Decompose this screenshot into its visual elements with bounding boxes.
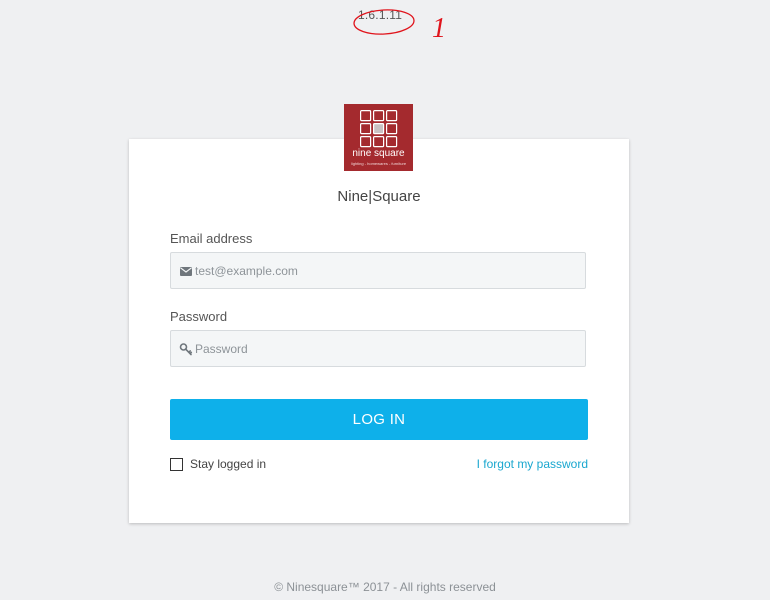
brand-name-left: Nine [337, 188, 369, 205]
stay-logged-in-checkbox[interactable] [170, 458, 183, 471]
logo-tagline: lighting - homewares - furniture [350, 161, 407, 166]
password-label: Password [170, 309, 228, 324]
annotation-mark: 1 [432, 13, 446, 44]
brand-name: Nine|Square [129, 188, 629, 205]
password-input[interactable] [195, 331, 575, 366]
login-card: Nine|Square Email address Password LOG I… [129, 139, 629, 523]
grid-logo-icon [360, 110, 398, 148]
email-field[interactable] [170, 252, 586, 289]
email-input[interactable] [195, 253, 575, 288]
key-icon [179, 343, 193, 356]
stay-logged-in-label[interactable]: Stay logged in [190, 457, 266, 471]
logo-wordmark: nine square [352, 148, 405, 159]
password-field[interactable] [170, 330, 586, 367]
brand-name-right: Square [372, 188, 421, 205]
login-button[interactable]: LOG IN [170, 399, 588, 440]
email-label: Email address [170, 231, 253, 246]
brand-logo: nine square lighting - homewares - furni… [344, 104, 413, 171]
copyright-footer: © Ninesquare™ 2017 - All rights reserved [274, 580, 496, 594]
forgot-password-link[interactable]: I forgot my password [477, 457, 588, 471]
envelope-icon [180, 267, 192, 276]
version-number: 1.6.1.11 [358, 8, 403, 22]
